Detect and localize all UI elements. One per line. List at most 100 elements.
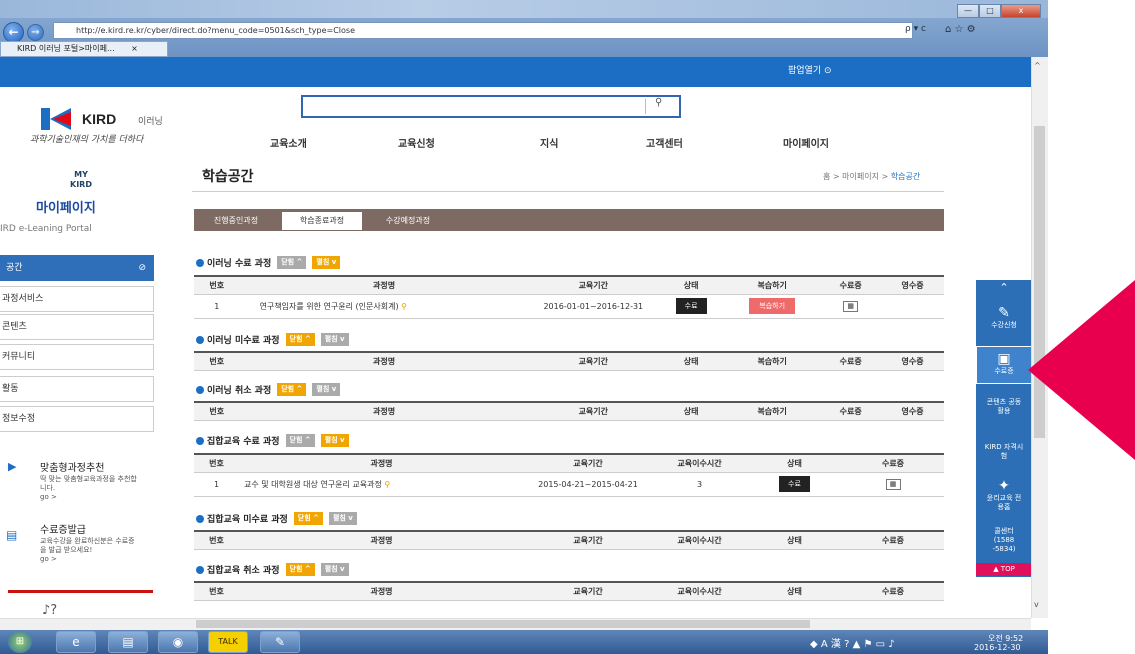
- browser-tab[interactable]: KIRD 이러닝 포털>마이페... ×: [0, 41, 168, 57]
- quick-item-content-sharing[interactable]: 콘텐츠 공동활용: [976, 398, 1032, 416]
- double-chevron-up-icon[interactable]: ⌃: [976, 282, 1032, 293]
- fold-button[interactable]: 닫힘 ^: [277, 256, 307, 269]
- minimize-button[interactable]: —: [957, 4, 979, 18]
- home-star-gear-icons[interactable]: ⌂ ☆ ⚙: [945, 24, 976, 35]
- review-button[interactable]: 복습하기: [749, 298, 796, 314]
- ie-taskbar-icon[interactable]: e: [56, 631, 96, 653]
- top-button[interactable]: ▲ TOP: [976, 563, 1032, 576]
- chrome-taskbar-icon[interactable]: ◉: [158, 631, 198, 653]
- start-button-icon[interactable]: ⊞: [8, 631, 32, 653]
- unfold-button[interactable]: 펼침 v: [320, 563, 349, 576]
- row-course-name[interactable]: 연구책임자를 위한 연구윤리 (인문사회계) ⚲: [239, 294, 529, 319]
- quick-item-call-center[interactable]: 콜센터 (1588 -5834): [976, 527, 1032, 554]
- section-offline-canceled: 집합교육 취소 과정 닫힘 ^ 펼침 v: [196, 563, 349, 576]
- fold-button[interactable]: 닫힘 ^: [285, 434, 315, 447]
- title-divider: [192, 191, 944, 192]
- row-no: 1: [194, 472, 239, 497]
- table-row: 1 연구책임자를 위한 연구윤리 (인문사회계) ⚲ 2016-01-01~20…: [194, 294, 944, 319]
- nav-education-apply[interactable]: 교육신청: [398, 135, 435, 150]
- fold-button[interactable]: 닫힘 ^: [285, 333, 315, 346]
- row-no: 1: [194, 294, 240, 319]
- col-no: 번호: [194, 401, 240, 421]
- fold-button[interactable]: 닫힘 ^: [285, 563, 315, 576]
- certificate-go-link[interactable]: go >: [40, 555, 140, 564]
- breadcrumb-path[interactable]: 홈 > 마이페이지 >: [823, 172, 891, 181]
- unfold-button[interactable]: 펼침 v: [320, 333, 349, 346]
- popup-open-button[interactable]: 팝업열기 ⊙: [788, 63, 832, 76]
- certificate-issue-title[interactable]: 수료증발급: [40, 521, 86, 536]
- quick-label: 윤리교육 전용홈: [986, 494, 1022, 511]
- ime-indicator[interactable]: A 漢: [821, 639, 841, 650]
- recommend-title[interactable]: 맞춤형과정추천: [40, 459, 104, 474]
- search-icon[interactable]: ⚲: [655, 97, 662, 108]
- fold-button[interactable]: 닫힘 ^: [277, 383, 307, 396]
- col-status: 상태: [658, 275, 725, 295]
- quick-item-kird-exam[interactable]: KIRD 자격시험: [976, 443, 1032, 461]
- sidebar-title: 마이페이지: [36, 201, 96, 216]
- sidebar-item-edit-info[interactable]: 정보수정: [0, 406, 154, 432]
- clock-date[interactable]: 2016-12-30: [974, 643, 1021, 652]
- screenshot: ← → http://e.kird.re.kr/cyber/direct.do?…: [0, 0, 1135, 654]
- maximize-button[interactable]: □: [979, 4, 1001, 18]
- horizontal-scroll-thumb[interactable]: [196, 620, 810, 628]
- search-input[interactable]: [301, 95, 681, 118]
- unfold-button[interactable]: 펼침 v: [312, 383, 341, 396]
- kakaotalk-taskbar-icon[interactable]: TALK: [208, 631, 248, 653]
- course-name[interactable]: 교수 및 대학원생 대상 연구윤리 교육과정: [244, 480, 382, 489]
- tab-finished[interactable]: 학습종료과정: [282, 212, 362, 230]
- unfold-button[interactable]: 펼침 v: [320, 434, 349, 447]
- course-name[interactable]: 연구책임자를 위한 연구윤리 (인문사회계): [260, 302, 399, 311]
- portal-label: IRD e-Leaning Portal: [0, 224, 92, 234]
- address-bar[interactable]: http://e.kird.re.kr/cyber/direct.do?menu…: [53, 22, 913, 39]
- fold-button[interactable]: 닫힘 ^: [293, 512, 323, 525]
- close-window-button[interactable]: x: [1001, 4, 1041, 18]
- sidebar-item-learning-space[interactable]: 공간 ⊘: [0, 255, 154, 281]
- back-icon[interactable]: ←: [3, 22, 24, 43]
- chat-help-icon[interactable]: ♪?: [42, 603, 57, 618]
- certificate-card-icon[interactable]: ▦: [885, 478, 901, 490]
- scroll-down-icon[interactable]: v: [1034, 600, 1039, 609]
- magnifier-icon[interactable]: ⚲: [401, 302, 407, 311]
- nav-mypage[interactable]: 마이페이지: [783, 135, 829, 150]
- row-hours: 3: [652, 472, 747, 497]
- section-title: 집합교육 취소 과정: [207, 566, 280, 576]
- unfold-button[interactable]: 펼침 v: [312, 256, 341, 269]
- quick-item-ethics-home[interactable]: ✦ 윤리교육 전용홈: [976, 478, 1032, 512]
- nav-education-intro[interactable]: 교육소개: [270, 135, 307, 150]
- nav-knowledge[interactable]: 지식: [540, 135, 558, 150]
- sidebar-item-contents[interactable]: 콘텐츠: [0, 314, 154, 340]
- row-receipt: [881, 294, 944, 319]
- sidebar-item-activity[interactable]: 활동: [0, 376, 154, 402]
- search-refresh-controls[interactable]: ρ ▾ c: [905, 24, 926, 34]
- col-no: 번호: [194, 351, 240, 371]
- network-icon[interactable]: ◆: [810, 639, 818, 650]
- col-certificate: 수료증: [842, 581, 944, 601]
- system-tray[interactable]: ◆ A 漢 ? ▲ ⚑ ▭ ♪: [810, 635, 895, 650]
- logo-text[interactable]: KIRD: [82, 111, 116, 127]
- quick-item-certificate[interactable]: ▣ 수료증: [976, 351, 1032, 376]
- explorer-taskbar-icon[interactable]: ▤: [108, 631, 148, 653]
- tab-scheduled[interactable]: 수강예정과정: [370, 212, 446, 230]
- paint-taskbar-icon[interactable]: ✎: [260, 631, 300, 653]
- row-course-name[interactable]: 교수 및 대학원생 대상 연구윤리 교육과정 ⚲: [239, 472, 524, 497]
- col-status: 상태: [658, 401, 725, 421]
- row-review: 복습하기: [724, 294, 821, 319]
- sidebar-item-community[interactable]: 커뮤니티: [0, 344, 154, 370]
- sidebar-item-course-service[interactable]: 과정서비스: [0, 286, 154, 312]
- certificate-icon: ▤: [6, 528, 18, 542]
- nav-customer-center[interactable]: 고객센터: [646, 135, 683, 150]
- forward-icon[interactable]: →: [27, 24, 44, 41]
- tab-close-icon[interactable]: ×: [131, 44, 138, 53]
- magnifier-icon[interactable]: ⚲: [384, 480, 390, 489]
- certificate-card-icon[interactable]: ▦: [843, 300, 859, 312]
- tab-ongoing[interactable]: 진행중인과정: [198, 212, 274, 230]
- recommend-go-link[interactable]: go >: [40, 493, 140, 502]
- kird-logo-icon[interactable]: [41, 108, 71, 130]
- table-elearning-canceled: 번호 과정명 교육기간 상태 복습하기 수료증 영수증: [194, 401, 944, 421]
- scroll-up-icon[interactable]: ^: [1034, 61, 1041, 70]
- tray-icons[interactable]: ? ▲ ⚑ ▭ ♪: [844, 639, 895, 650]
- col-certificate: 수료증: [842, 453, 944, 473]
- table-offline-completed: 번호 과정명 교육기간 교육이수시간 상태 수료증 1 교수 및 대학원생 대상…: [194, 453, 944, 497]
- unfold-button[interactable]: 펼침 v: [328, 512, 357, 525]
- quick-item-course-apply[interactable]: ✎ 수강신청: [976, 305, 1032, 330]
